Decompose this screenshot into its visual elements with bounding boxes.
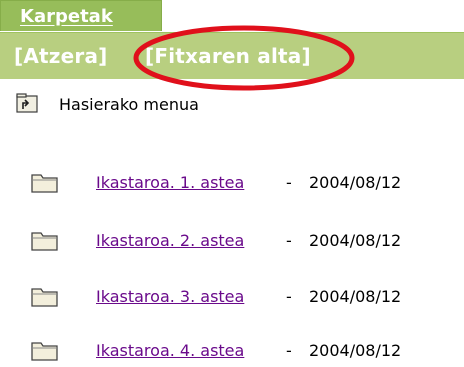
folder-icon	[31, 342, 58, 361]
toolbar: [Atzera] [Fitxaren alta]	[0, 33, 464, 79]
folder-link[interactable]: Ikastaroa. 2. astea	[96, 231, 244, 250]
tab-strip: Karpetak	[0, 0, 464, 33]
folder-separator: -	[286, 231, 292, 250]
folder-link[interactable]: Ikastaroa. 1. astea	[96, 173, 244, 192]
new-file-link[interactable]: [Fitxaren alta]	[145, 44, 311, 68]
folder-item: Ikastaroa. 2. astea - 2004/08/12	[30, 229, 460, 257]
folder-separator: -	[286, 287, 292, 306]
folder-icon	[31, 232, 58, 251]
folder-up-icon	[16, 93, 38, 113]
folder-link[interactable]: Ikastaroa. 4. astea	[96, 341, 244, 360]
home-menu-link[interactable]: Hasierako menua	[59, 95, 199, 114]
folder-icon	[31, 288, 58, 307]
folder-date: 2004/08/12	[309, 173, 402, 192]
folder-icon	[31, 174, 58, 193]
back-link[interactable]: [Atzera]	[14, 44, 108, 68]
tab-karpetak-label[interactable]: Karpetak	[20, 6, 113, 27]
folder-date: 2004/08/12	[309, 287, 402, 306]
folder-date: 2004/08/12	[309, 231, 402, 250]
folder-separator: -	[286, 173, 292, 192]
folder-item: Ikastaroa. 4. astea - 2004/08/12	[30, 339, 460, 367]
folder-separator: -	[286, 341, 292, 360]
folder-item: Ikastaroa. 3. astea - 2004/08/12	[30, 285, 460, 313]
folder-link[interactable]: Ikastaroa. 3. astea	[96, 287, 244, 306]
folder-date: 2004/08/12	[309, 341, 402, 360]
folder-item: Ikastaroa. 1. astea - 2004/08/12	[30, 171, 460, 199]
tab-karpetak[interactable]: Karpetak	[0, 0, 162, 31]
